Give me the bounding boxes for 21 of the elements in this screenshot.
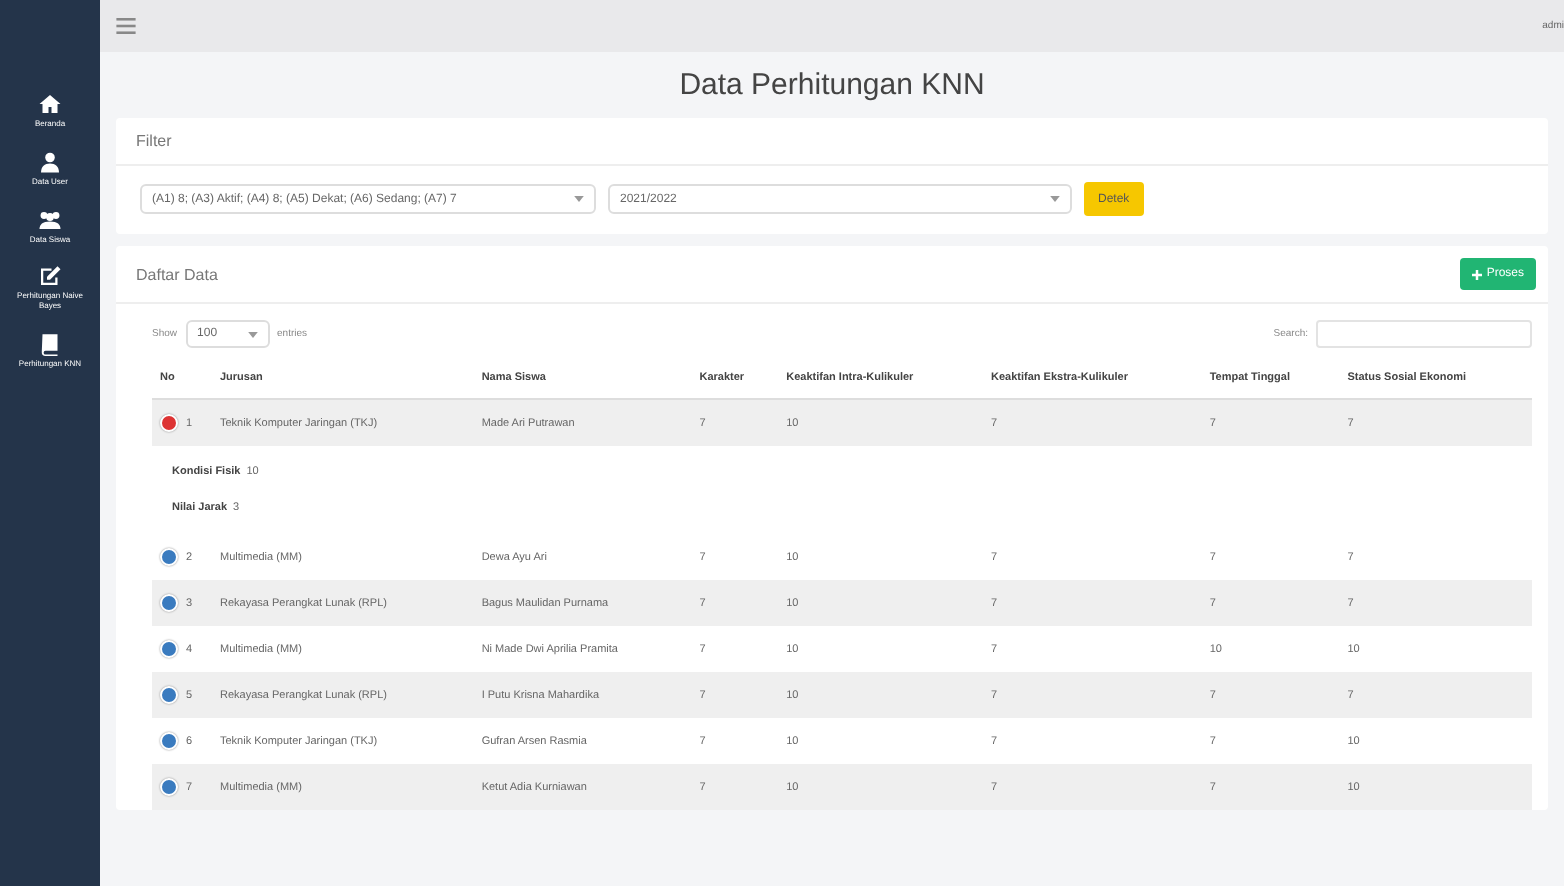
caret-icon: [574, 196, 584, 202]
edit-icon: [38, 264, 62, 289]
expand-toggle[interactable]: [160, 686, 178, 704]
caret-icon: [247, 331, 258, 337]
card-title: Filter: [136, 132, 172, 150]
expand-toggle[interactable]: [160, 594, 178, 612]
book-icon: [38, 331, 62, 356]
expand-toggle[interactable]: [160, 548, 178, 566]
search-field[interactable]: [1316, 320, 1532, 348]
expand-toggle[interactable]: [160, 640, 178, 658]
caret-icon: [1050, 196, 1060, 202]
expand-toggle[interactable]: [160, 732, 178, 750]
user-icon: [38, 149, 62, 174]
expand-toggle[interactable]: [160, 778, 178, 796]
card-title: Daftar Data: [136, 265, 218, 283]
users-icon: [38, 207, 62, 232]
home-icon: [38, 92, 62, 116]
collapse-toggle[interactable]: [160, 414, 178, 432]
menu-icon[interactable]: [116, 18, 136, 34]
plus-icon: [1472, 269, 1483, 279]
page-title: Data Perhitungan KNN: [677, 68, 987, 102]
